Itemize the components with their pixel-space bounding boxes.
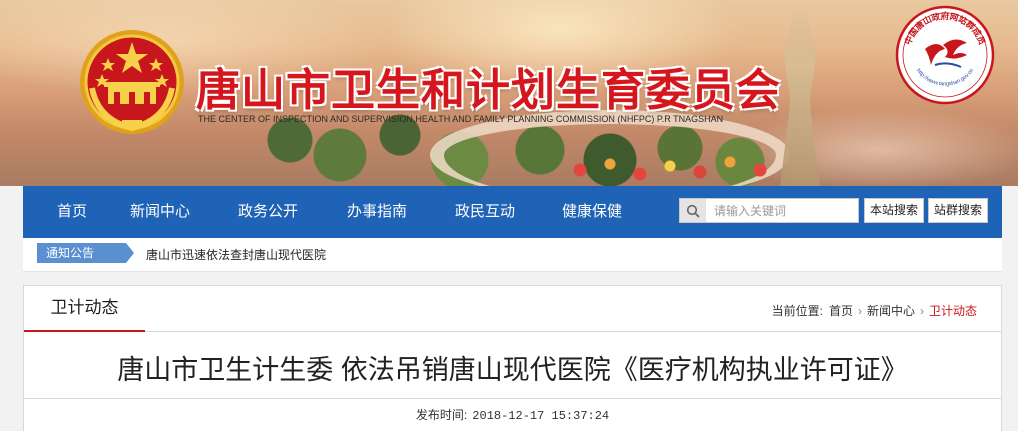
search-input[interactable]	[706, 200, 856, 221]
search-icon	[680, 199, 706, 222]
article-panel: 卫计动态 当前位置: 首页 › 新闻中心 › 卫计动态 唐山市卫生计生委 依法吊…	[23, 285, 1002, 431]
notice-bar: 通知公告 唐山市迅速依法查封唐山现代医院	[23, 238, 1002, 272]
search-box	[679, 198, 859, 223]
breadcrumb-current[interactable]: 卫计动态	[929, 302, 977, 319]
notice-label: 通知公告	[37, 243, 134, 263]
nav-item-home[interactable]: 首页	[57, 186, 87, 238]
breadcrumb-news[interactable]: 新闻中心	[867, 302, 915, 319]
publish-time: 2018-12-17 15:37:24	[472, 409, 610, 423]
site-banner: 唐山市卫生和计划生育委员会 THE CENTER OF INSPECTION A…	[0, 0, 1018, 186]
publish-meta: 发布时间: 2018-12-17 15:37:24	[24, 398, 1001, 430]
breadcrumb-home[interactable]: 首页	[829, 302, 853, 319]
site-subtitle: THE CENTER OF INSPECTION AND SUPERVISION…	[198, 114, 724, 124]
chevron-right-icon: ›	[857, 303, 862, 318]
nav-item-service-guide[interactable]: 办事指南	[347, 186, 407, 238]
site-search-button[interactable]: 本站搜索	[864, 198, 924, 223]
nav-item-health-care[interactable]: 健康保健	[562, 186, 622, 238]
tangshan-gov-group-logo[interactable]: 中国唐山政府网站群成员 http://www.tangshan.gov.cn	[895, 5, 995, 105]
nav-item-news[interactable]: 新闻中心	[130, 186, 190, 238]
publish-label: 发布时间:	[415, 408, 468, 422]
article-title: 唐山市卫生计生委 依法吊销唐山现代医院《医疗机构执业许可证》	[117, 355, 908, 385]
chevron-right-icon: ›	[919, 303, 924, 318]
group-search-button[interactable]: 站群搜索	[928, 198, 988, 223]
section-tab[interactable]: 卫计动态	[24, 286, 145, 332]
nav-item-interaction[interactable]: 政民互动	[455, 186, 515, 238]
site-title: 唐山市卫生和计划生育委员会	[196, 65, 781, 116]
section-header: 卫计动态 当前位置: 首页 › 新闻中心 › 卫计动态	[24, 286, 1001, 332]
breadcrumb: 当前位置: 首页 › 新闻中心 › 卫计动态	[772, 302, 977, 319]
notice-link[interactable]: 唐山市迅速依法查封唐山现代医院	[146, 246, 326, 263]
breadcrumb-prefix: 当前位置:	[771, 304, 823, 318]
banner-flowers	[560, 150, 780, 186]
national-emblem-icon	[80, 30, 184, 134]
nav-item-government-affairs[interactable]: 政务公开	[238, 186, 298, 238]
